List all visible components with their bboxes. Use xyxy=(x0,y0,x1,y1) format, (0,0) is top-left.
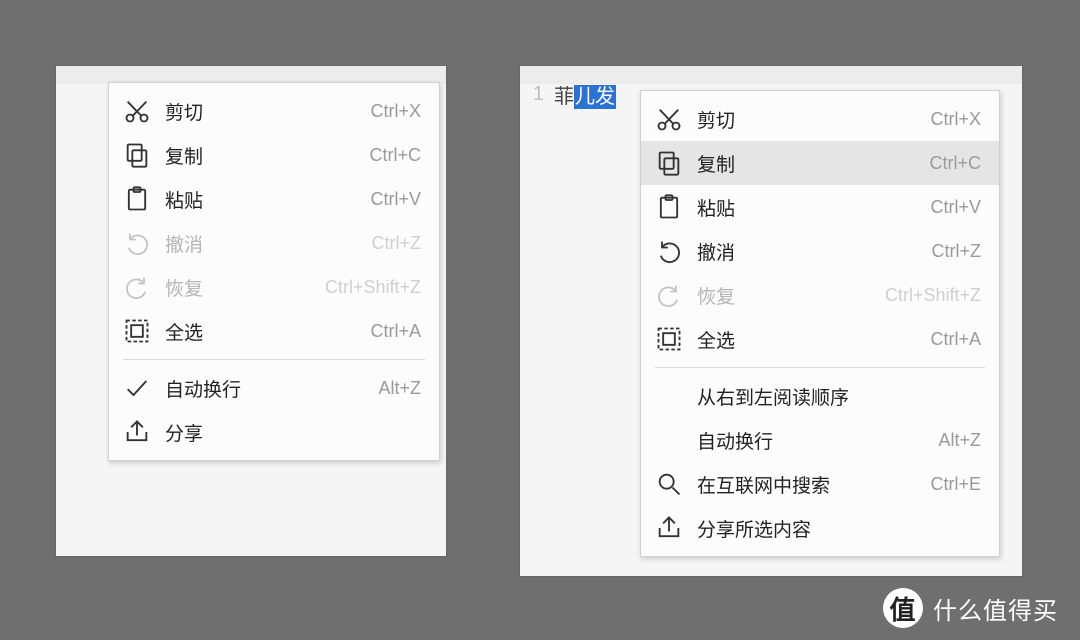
menu-item-label: 分享 xyxy=(165,419,407,446)
menu-item-label: 粘贴 xyxy=(697,194,916,221)
menu_right-item-noicon-8[interactable]: 自动换行 Alt+Z xyxy=(641,418,999,462)
menu-item-shortcut: Alt+Z xyxy=(378,378,421,399)
context-menu-left: 剪切 Ctrl+X 复制 Ctrl+C 粘贴 Ctrl+V 撤消 Ctrl+Z 恢复 Ctrl+S… xyxy=(108,82,440,461)
menu-item-shortcut: Ctrl+X xyxy=(370,101,421,122)
menu-separator xyxy=(123,359,425,360)
menu-item-shortcut: Ctrl+Z xyxy=(932,241,982,262)
context-menu-right: 剪切 Ctrl+X 复制 Ctrl+C 粘贴 Ctrl+V 撤消 Ctrl+Z 恢复 Ctrl+S… xyxy=(640,90,1000,557)
copy-icon xyxy=(123,141,151,169)
menu_right-item-paste-2[interactable]: 粘贴 Ctrl+V xyxy=(641,185,999,229)
paste-icon xyxy=(655,193,683,221)
menu-item-label: 自动换行 xyxy=(697,427,924,454)
menu-item-label: 恢复 xyxy=(165,274,311,301)
menu_right-item-share-10[interactable]: 分享所选内容 xyxy=(641,506,999,550)
menu-item-label: 粘贴 xyxy=(165,186,356,213)
menu_left-item-cut-0[interactable]: 剪切 Ctrl+X xyxy=(109,89,439,133)
watermark: 值 什么值得买 xyxy=(883,588,1058,628)
watermark-badge: 值 xyxy=(883,588,923,628)
menu_right-item-redo-4: 恢复 Ctrl+Shift+Z xyxy=(641,273,999,317)
menu-item-label: 全选 xyxy=(697,326,916,353)
menu-item-shortcut: Ctrl+X xyxy=(930,109,981,130)
undo-icon xyxy=(655,237,683,265)
menu_right-item-search-9[interactable]: 在互联网中搜索 Ctrl+E xyxy=(641,462,999,506)
menu-item-shortcut: Ctrl+C xyxy=(929,153,981,174)
editor-text[interactable]: 菲儿发 xyxy=(554,80,616,109)
menu-item-label: 全选 xyxy=(165,318,356,345)
share-icon xyxy=(123,418,151,446)
menu-item-label: 剪切 xyxy=(697,106,916,133)
menu-item-shortcut: Ctrl+Shift+Z xyxy=(885,285,981,306)
menu-item-shortcut: Ctrl+Shift+Z xyxy=(325,277,421,298)
menu_right-item-cut-0[interactable]: 剪切 Ctrl+X xyxy=(641,97,999,141)
redo-icon xyxy=(655,281,683,309)
undo-icon xyxy=(123,229,151,257)
menu_left-item-selectall-5[interactable]: 全选 Ctrl+A xyxy=(109,309,439,353)
menu-item-shortcut: Ctrl+Z xyxy=(372,233,422,254)
line-number: 1 xyxy=(524,83,544,106)
menu-item-label: 在互联网中搜索 xyxy=(697,471,916,498)
share-icon xyxy=(655,514,683,542)
menu-item-label: 复制 xyxy=(697,150,915,177)
menu-item-label: 复制 xyxy=(165,142,355,169)
copy-icon xyxy=(655,149,683,177)
menu-item-label: 自动换行 xyxy=(165,375,364,402)
menu-item-label: 撤消 xyxy=(165,230,358,257)
redo-icon xyxy=(123,273,151,301)
paste-icon xyxy=(123,185,151,213)
menu-item-shortcut: Ctrl+C xyxy=(369,145,421,166)
menu-item-label: 恢复 xyxy=(697,282,871,309)
selectall-icon xyxy=(123,317,151,345)
menu-item-shortcut: Alt+Z xyxy=(938,430,981,451)
search-icon xyxy=(655,470,683,498)
menu-item-label: 剪切 xyxy=(165,98,356,125)
menu-item-shortcut: Ctrl+A xyxy=(930,329,981,350)
menu_left-item-share-8[interactable]: 分享 xyxy=(109,410,439,454)
check-icon xyxy=(123,374,151,402)
menu_right-item-selectall-5[interactable]: 全选 Ctrl+A xyxy=(641,317,999,361)
menu_left-item-undo-3: 撤消 Ctrl+Z xyxy=(109,221,439,265)
menu-item-shortcut: Ctrl+V xyxy=(370,189,421,210)
menu_right-item-undo-3[interactable]: 撤消 Ctrl+Z xyxy=(641,229,999,273)
menu-item-label: 撤消 xyxy=(697,238,918,265)
menu-item-label: 分享所选内容 xyxy=(697,515,967,542)
selected-text: 儿发 xyxy=(574,85,616,109)
menu-item-shortcut: Ctrl+E xyxy=(930,474,981,495)
menu_left-item-check-7[interactable]: 自动换行 Alt+Z xyxy=(109,366,439,410)
menu-separator xyxy=(655,367,985,368)
selectall-icon xyxy=(655,325,683,353)
menu_left-item-copy-1[interactable]: 复制 Ctrl+C xyxy=(109,133,439,177)
menu-item-shortcut: Ctrl+V xyxy=(930,197,981,218)
menu-item-label: 从右到左阅读顺序 xyxy=(697,383,967,410)
menu_right-item-noicon-7[interactable]: 从右到左阅读顺序 xyxy=(641,374,999,418)
menu_right-item-copy-1[interactable]: 复制 Ctrl+C xyxy=(641,141,999,185)
watermark-text: 什么值得买 xyxy=(933,591,1058,626)
cut-icon xyxy=(123,97,151,125)
cut-icon xyxy=(655,105,683,133)
menu_left-item-redo-4: 恢复 Ctrl+Shift+Z xyxy=(109,265,439,309)
editor-line[interactable]: 1 菲儿发 xyxy=(524,80,616,109)
menu_left-item-paste-2[interactable]: 粘贴 Ctrl+V xyxy=(109,177,439,221)
menu-item-shortcut: Ctrl+A xyxy=(370,321,421,342)
